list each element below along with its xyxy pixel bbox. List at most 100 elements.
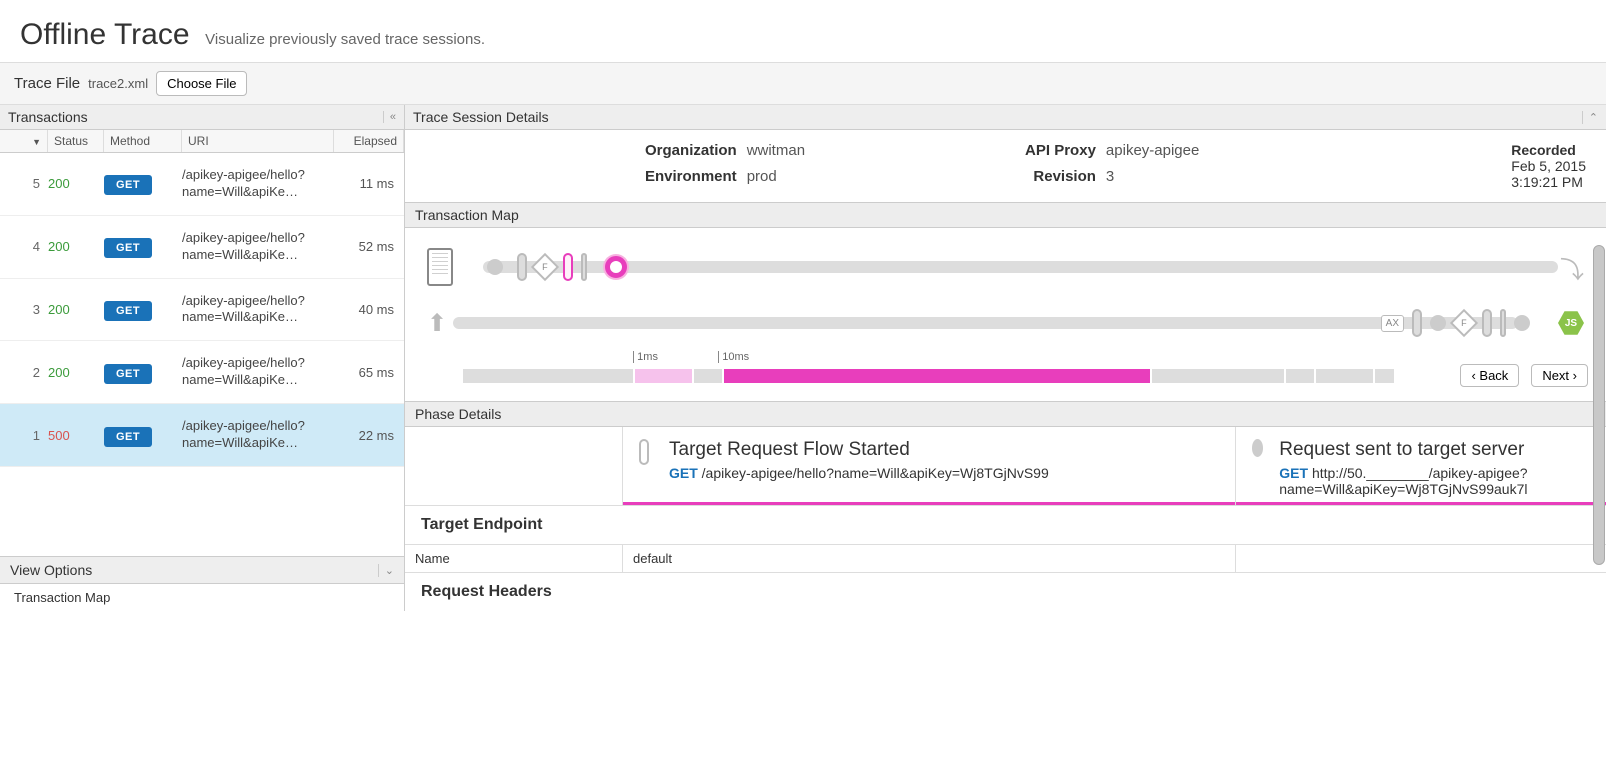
tx-status: 200 (48, 365, 104, 380)
tx-elapsed: 22 ms (334, 428, 404, 443)
arrow-down-icon: ⤵ (1560, 250, 1584, 285)
tx-elapsed: 11 ms (334, 176, 404, 191)
tracefile-bar: Trace File trace2.xml Choose File (0, 62, 1606, 105)
tx-uri: /apikey-apigee/hello?name=Will&apiKe… (182, 230, 334, 264)
organization-label: Organization (645, 142, 737, 164)
recorded-date: Feb 5, 2015 (1511, 158, 1586, 174)
tx-status: 500 (48, 428, 104, 443)
tx-index: 2 (0, 365, 48, 380)
transactions-table-header: ▼ Status Method URI Elapsed (0, 130, 404, 153)
tx-index: 3 (0, 302, 48, 317)
timing-label-10ms: 10ms (718, 351, 749, 363)
arrow-up-icon: ⬆ (427, 309, 447, 338)
transactions-panel-title: Transactions (8, 109, 88, 125)
tx-method-badge: GET (104, 175, 152, 195)
transaction-row[interactable]: 3200GET/apikey-apigee/hello?name=Will&ap… (0, 279, 404, 342)
tracefile-name: trace2.xml (88, 76, 148, 91)
flow-node[interactable] (487, 259, 503, 275)
tx-index: 4 (0, 239, 48, 254)
revision-label: Revision (1025, 168, 1096, 190)
phase-left-method: GET (669, 465, 698, 481)
phase-pill-icon (639, 439, 649, 465)
flow-node-selected[interactable] (605, 256, 627, 278)
flow-condition-icon[interactable]: F (531, 253, 559, 281)
flow-pill-active[interactable] (563, 253, 573, 281)
target-endpoint-name-label: Name (405, 545, 623, 572)
target-endpoint-name-value: default (623, 545, 1236, 572)
tx-method-badge: GET (104, 427, 152, 447)
tx-elapsed: 52 ms (334, 239, 404, 254)
view-options-toggle-icon[interactable]: ⌄ (378, 564, 394, 577)
environment-value: prod (747, 168, 805, 190)
col-elapsed[interactable]: Elapsed (334, 130, 404, 152)
col-method[interactable]: Method (104, 130, 182, 152)
collapse-left-icon[interactable]: « (383, 111, 396, 123)
flow-node[interactable] (1430, 315, 1446, 331)
tx-uri: /apikey-apigee/hello?name=Will&apiKe… (182, 293, 334, 327)
flow-pill[interactable] (1482, 309, 1492, 337)
timing-label-1ms: 1ms (633, 351, 658, 363)
tx-method-badge: GET (104, 364, 152, 384)
tx-elapsed: 65 ms (334, 365, 404, 380)
tx-method-badge: GET (104, 301, 152, 321)
phase-right-method: GET (1279, 465, 1308, 481)
phase-request-sent[interactable]: Request sent to target server GET http:/… (1236, 427, 1606, 505)
tx-status: 200 (48, 239, 104, 254)
environment-label: Environment (645, 168, 737, 190)
phase-details-header: Phase Details (405, 401, 1606, 427)
ax-node[interactable]: AX (1381, 315, 1404, 332)
tracefile-label: Trace File (14, 75, 80, 92)
flow-condition-icon[interactable]: F (1450, 309, 1478, 337)
recorded-time: 3:19:21 PM (1511, 174, 1586, 190)
view-option-transaction-map[interactable]: Transaction Map (14, 590, 390, 605)
flow-pill[interactable] (1500, 309, 1506, 337)
transaction-map-header: Transaction Map (405, 202, 1606, 228)
next-button[interactable]: Next › (1531, 364, 1588, 387)
recorded-label: Recorded (1511, 142, 1586, 158)
details-panel-title: Trace Session Details (413, 109, 549, 125)
choose-file-button[interactable]: Choose File (156, 71, 247, 96)
tx-status: 200 (48, 176, 104, 191)
phase-dot-icon (1252, 439, 1263, 457)
page-subtitle: Visualize previously saved trace session… (205, 31, 485, 48)
tx-index: 1 (0, 428, 48, 443)
client-device-icon (427, 248, 453, 286)
tx-index: 5 (0, 176, 48, 191)
transaction-row[interactable]: 5200GET/apikey-apigee/hello?name=Will&ap… (0, 153, 404, 216)
tx-uri: /apikey-apigee/hello?name=Will&apiKe… (182, 418, 334, 452)
col-status[interactable]: Status (48, 130, 104, 152)
view-options-title: View Options (10, 562, 92, 578)
request-headers-title: Request Headers (421, 583, 1590, 601)
sort-caret-icon[interactable]: ▼ (32, 137, 41, 147)
phase-left-uri: /apikey-apigee/hello?name=Will&apiKey=Wj… (702, 465, 1049, 481)
col-uri[interactable]: URI (182, 130, 334, 152)
phase-right-title: Request sent to target server (1279, 439, 1590, 461)
flow-pill[interactable] (1412, 309, 1422, 337)
transaction-row[interactable]: 2200GET/apikey-apigee/hello?name=Will&ap… (0, 341, 404, 404)
apiproxy-value: apikey-apigee (1106, 142, 1199, 164)
tx-method-badge: GET (104, 238, 152, 258)
scrollbar-thumb[interactable] (1593, 245, 1605, 565)
tx-uri: /apikey-apigee/hello?name=Will&apiKe… (182, 167, 334, 201)
view-options-header[interactable]: View Options ⌄ (0, 556, 404, 584)
back-button[interactable]: ‹ Back (1460, 364, 1519, 387)
expand-details-icon[interactable]: ⌃ (1582, 111, 1598, 124)
tx-uri: /apikey-apigee/hello?name=Will&apiKe… (182, 355, 334, 389)
transaction-map[interactable]: F ⤵ ⬆ AX F JS (405, 228, 1606, 356)
flow-pill[interactable] (581, 253, 587, 281)
apiproxy-label: API Proxy (1025, 142, 1096, 164)
organization-value: wwitman (747, 142, 805, 164)
transaction-row[interactable]: 4200GET/apikey-apigee/hello?name=Will&ap… (0, 216, 404, 279)
flow-node[interactable] (1514, 315, 1530, 331)
flow-pill[interactable] (517, 253, 527, 281)
target-endpoint-title: Target Endpoint (421, 516, 1590, 534)
transaction-row[interactable]: 1500GET/apikey-apigee/hello?name=Will&ap… (0, 404, 404, 467)
target-nodejs-icon[interactable]: JS (1558, 310, 1584, 336)
phase-left-title: Target Request Flow Started (669, 439, 1049, 461)
revision-value: 3 (1106, 168, 1199, 190)
phase-right-uri: http://50.________/apikey-apigee?name=Wi… (1279, 465, 1527, 497)
tx-elapsed: 40 ms (334, 302, 404, 317)
tx-status: 200 (48, 302, 104, 317)
phase-target-request[interactable]: Target Request Flow Started GET /apikey-… (623, 427, 1236, 505)
timing-bar[interactable]: 1ms 10ms (463, 369, 1408, 383)
